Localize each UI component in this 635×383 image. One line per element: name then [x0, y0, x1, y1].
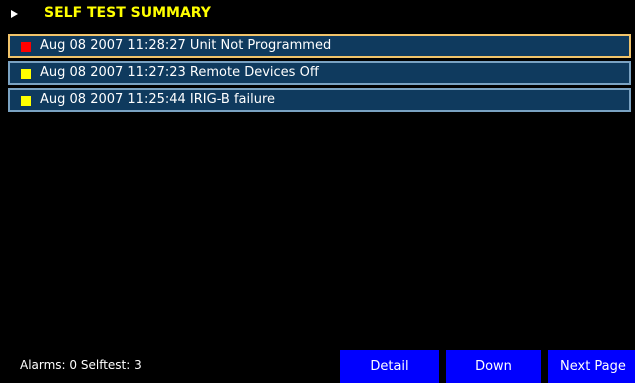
page-title: SELF TEST SUMMARY: [44, 5, 211, 21]
status-square-icon: [21, 69, 31, 79]
list-item[interactable]: Aug 08 2007 11:28:27 Unit Not Programmed: [8, 34, 631, 58]
header-bar: SELF TEST SUMMARY: [0, 0, 635, 30]
list-item-text: Aug 08 2007 11:25:44 IRIG-B failure: [40, 92, 276, 107]
list-item-text: Aug 08 2007 11:27:23 Remote Devices Off: [40, 65, 319, 80]
list-item[interactable]: Aug 08 2007 11:25:44 IRIG-B failure: [8, 88, 631, 112]
list-item[interactable]: Aug 08 2007 11:27:23 Remote Devices Off: [8, 61, 631, 85]
status-square-icon: [21, 42, 31, 52]
status-text: Alarms: 0 Selftest: 3: [20, 358, 142, 372]
arrow-right-icon: [11, 10, 18, 18]
next-page-button[interactable]: Next Page: [548, 350, 635, 383]
down-button[interactable]: Down: [446, 350, 541, 383]
list-item-text: Aug 08 2007 11:28:27 Unit Not Programmed: [40, 38, 332, 53]
status-square-icon: [21, 96, 31, 106]
detail-button[interactable]: Detail: [340, 350, 439, 383]
